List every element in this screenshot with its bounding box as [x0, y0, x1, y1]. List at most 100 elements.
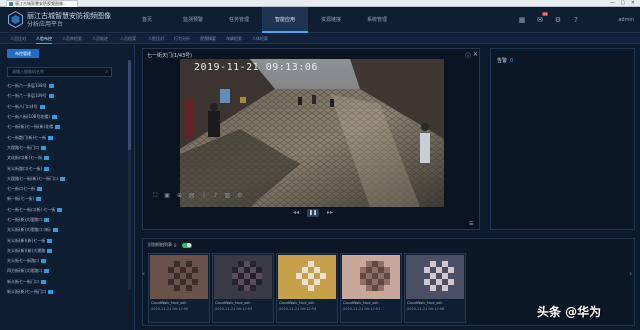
results-header: 识别抓拍列表 8 [148, 242, 192, 248]
fullscreen-icon[interactable]: ⛶ [153, 192, 157, 200]
camera-list-item[interactable]: 七一街八街(108号花楼) [7, 112, 122, 122]
camera-list-item[interactable]: 光义街(新)(新)大理路 [7, 246, 122, 256]
subnav-item-active[interactable]: 人脸布控 [36, 34, 52, 44]
camera-list-item[interactable]: 七一街六一多层109号 [7, 91, 122, 101]
alarm-title: 告警 0 [497, 57, 513, 64]
sidebar-scrollbar-thumb[interactable] [128, 60, 131, 150]
capture-card[interactable]: CloudWalk_face_sdk 2019-11-21 09:13:03 [212, 253, 274, 323]
capture-time: 2019-11-21 09:12:54 [279, 307, 317, 311]
camera-status-icon [57, 207, 63, 212]
settings-icon[interactable]: ⚙ [554, 16, 562, 24]
user-menu[interactable]: admin [618, 17, 634, 23]
brand-subtitle: 分析应用平台 [27, 21, 64, 28]
help-icon[interactable]: ? [572, 16, 580, 24]
subnav-item[interactable]: 人体检索 [252, 34, 268, 44]
subnav-item[interactable]: 视频摘要 [200, 34, 216, 44]
capture-time: 2019-11-21 09:13:03 [215, 307, 253, 311]
camera-list-item[interactable]: 七一街散门(新)七一街 [7, 132, 122, 142]
camera-list-item[interactable]: 七一街七一街口(新) 七一街 [7, 205, 122, 215]
video-frame[interactable]: 2019-11-21 09:13:06 [180, 59, 444, 207]
pause-button[interactable]: ❚❚ [307, 209, 319, 217]
nav-icons: ▦ ✉ 12 ⚙ ? [518, 12, 580, 24]
subnav-item[interactable]: 人员档案 [120, 34, 136, 44]
camera-list-item[interactable]: 光义街路口(七一街) [7, 163, 122, 173]
record-icon[interactable]: ▤ [189, 192, 195, 200]
camera-list-item[interactable]: 七一街八门口4号 [7, 102, 122, 112]
nav-tasks[interactable]: 任务管理 [216, 7, 262, 33]
camera-name: 七一街(新)大理路口 [7, 217, 43, 222]
camera-name: 光义街(新)大理路口 (新) [7, 227, 51, 233]
layout-grid-icon[interactable]: ☰ [469, 221, 473, 227]
volume-icon[interactable]: ♪ [214, 192, 218, 200]
capture-card[interactable]: CloudWalk_face_sdk 2019-11-21 09:12:54 [276, 253, 338, 323]
close-icon[interactable]: ✕ [473, 51, 478, 58]
camera-list-item[interactable]: 大理路七一街(新)七一街门口 [7, 174, 122, 184]
subnav-item[interactable]: 车辆检索 [226, 34, 242, 44]
browser-tab[interactable]: 丽江古城智慧安防视频图像... [6, 0, 78, 7]
camera-list-item[interactable]: 新义街(新)七一街门口 [7, 287, 122, 297]
subnav-item[interactable]: 人员比对 [10, 34, 26, 44]
nav-system[interactable]: 系统管理 [354, 7, 400, 33]
camera-list-item[interactable]: 光义街七一街路口 [7, 256, 122, 266]
info-icon[interactable]: ⓘ [465, 51, 471, 60]
camera-sidebar: 布控管理 请输入摄像机名称 ⌕ 七一街六一多层108号 七一街六一多层109号 七一… [0, 45, 135, 330]
capture-card[interactable]: CloudWalk_face_sdk 2019-11-21 09:13:08 [404, 253, 466, 323]
grid-icon[interactable]: ▦ [518, 16, 526, 24]
previous-icon[interactable]: ◂◂ [293, 209, 299, 217]
camera-list-item[interactable]: 大理路七一街门口 [7, 143, 122, 153]
camera-list-item[interactable]: 光义街(新)(新)七一街 [7, 235, 122, 245]
camera-list-item[interactable]: 文化街口(新)七一街 [7, 153, 122, 163]
camera-list-item[interactable]: 新一街(七一街) [7, 194, 122, 204]
video-timestamp: 2019-11-21 09:13:06 [194, 62, 318, 73]
camera-list-item[interactable]: 七一街口七一街 [7, 184, 122, 194]
camera-list-item[interactable]: 四方街(新)大理路口 [7, 266, 122, 276]
camera-status-icon [48, 135, 54, 140]
favicon-icon [9, 2, 13, 6]
camera-name: 七一街六一多层109号 [7, 93, 47, 99]
subnav-item[interactable]: 人员轨迹 [92, 34, 108, 44]
capture-source: CloudWalk_face_sdk [343, 301, 379, 305]
subnav-item[interactable]: 行为分析 [174, 34, 190, 44]
camera-list-item[interactable]: 新义街七一街门口 [7, 277, 122, 287]
camera-list-item[interactable]: 七一街六一多层108号 [7, 81, 122, 91]
playback-bar: ◂◂ ❚❚ ▸▸ [267, 209, 359, 217]
camera-status-icon [37, 187, 42, 192]
subnav-item[interactable]: 人脸比对 [148, 34, 164, 44]
search-icon[interactable]: ⌕ [105, 69, 108, 76]
camera-name: 光义街(新)(新)大理路 [7, 247, 46, 253]
subnav-item[interactable]: 人员库检索 [62, 34, 82, 44]
camera-list-item[interactable]: 七一街(新)七一街(新)花楼 [7, 122, 122, 132]
nav-monitoring[interactable]: 监测预警 [170, 7, 216, 33]
deploy-control-button[interactable]: 布控管理 [7, 49, 39, 58]
scroll-right-icon[interactable]: › [629, 269, 632, 278]
zoom-icon[interactable]: ⊕ [177, 192, 182, 200]
camera-name: 七一街散门(新)七一街 [7, 134, 47, 140]
bell-icon[interactable]: ✉ 12 [536, 12, 548, 24]
window-controls[interactable]: — ▢ ✕ [610, 0, 637, 7]
camera-name: 新一街(七一街) [7, 196, 35, 202]
camera-name: 七一街六一多层108号 [7, 83, 47, 89]
download-icon[interactable]: ⇩ [202, 192, 207, 200]
settings-icon[interactable]: ⚙ [237, 192, 242, 200]
camera-status-icon [52, 228, 58, 233]
auto-refresh-toggle[interactable] [181, 242, 192, 248]
nav-resources[interactable]: 资源链接 [308, 7, 354, 33]
nav-smart-apps[interactable]: 智能应用 [262, 7, 308, 33]
layout-icon[interactable]: ▥ [224, 192, 230, 200]
capture-card[interactable]: CloudWalk_face_sdk 2019-11-21 09:13:00 [148, 253, 210, 323]
camera-status-icon [44, 166, 50, 171]
capture-card[interactable]: CloudWalk_face_sdk 2019-11-21 09:13:01 [340, 253, 402, 323]
face-capture-image [150, 255, 208, 299]
camera-status-icon [60, 176, 66, 181]
scroll-left-icon[interactable]: ‹ [142, 269, 145, 278]
camera-list-item[interactable]: 光义街(新)大理路口 (新) [7, 225, 122, 235]
camera-search-input[interactable]: 请输入摄像机名称 ⌕ [7, 67, 112, 77]
camera-list-item[interactable]: 七一街(新)大理路口 [7, 215, 122, 225]
nav-home[interactable]: 首页 [124, 7, 170, 33]
snapshot-icon[interactable]: ▣ [164, 192, 170, 200]
camera-status-icon [41, 279, 46, 284]
camera-name: 七一街七一街口(新) 七一街 [7, 206, 56, 212]
next-icon[interactable]: ▸▸ [327, 209, 333, 217]
capture-time: 2019-11-21 09:13:08 [407, 307, 445, 311]
camera-status-icon [47, 248, 53, 253]
